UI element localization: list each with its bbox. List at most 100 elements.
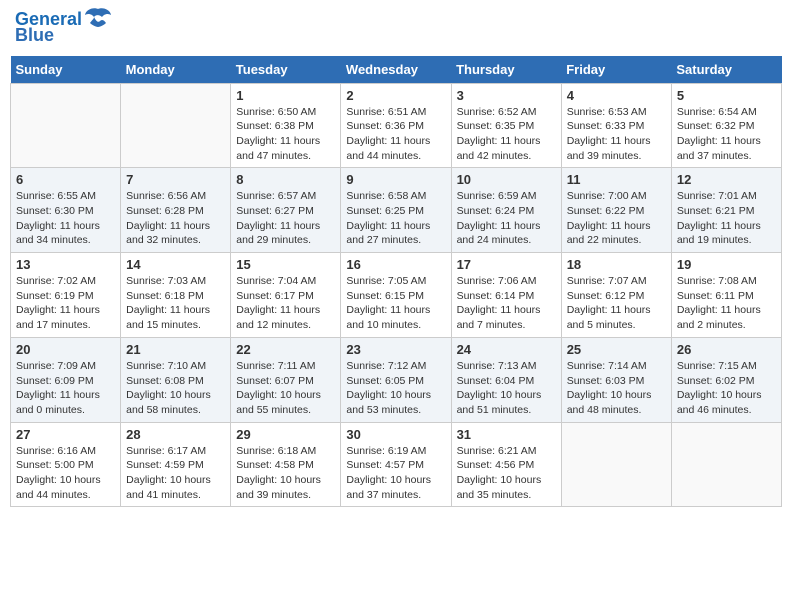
day-info: Sunrise: 6:18 AM Sunset: 4:58 PM Dayligh…: [236, 444, 335, 503]
day-number: 31: [457, 427, 556, 442]
day-info: Sunrise: 6:19 AM Sunset: 4:57 PM Dayligh…: [346, 444, 445, 503]
day-info: Sunrise: 6:58 AM Sunset: 6:25 PM Dayligh…: [346, 189, 445, 248]
day-number: 26: [677, 342, 776, 357]
day-info: Sunrise: 6:59 AM Sunset: 6:24 PM Dayligh…: [457, 189, 556, 248]
calendar-cell: 30 Sunrise: 6:19 AM Sunset: 4:57 PM Dayli…: [341, 422, 451, 507]
day-info: Sunrise: 6:56 AM Sunset: 6:28 PM Dayligh…: [126, 189, 225, 248]
weekday-header-row: SundayMondayTuesdayWednesdayThursdayFrid…: [11, 56, 782, 84]
day-info: Sunrise: 6:55 AM Sunset: 6:30 PM Dayligh…: [16, 189, 115, 248]
calendar-cell: 22 Sunrise: 7:11 AM Sunset: 6:07 PM Dayli…: [231, 337, 341, 422]
weekday-header-saturday: Saturday: [671, 56, 781, 84]
day-info: Sunrise: 7:09 AM Sunset: 6:09 PM Dayligh…: [16, 359, 115, 418]
calendar-cell: 14 Sunrise: 7:03 AM Sunset: 6:18 PM Dayli…: [121, 253, 231, 338]
calendar-cell: 13 Sunrise: 7:02 AM Sunset: 6:19 PM Dayli…: [11, 253, 121, 338]
day-number: 10: [457, 172, 556, 187]
day-number: 23: [346, 342, 445, 357]
weekday-header-monday: Monday: [121, 56, 231, 84]
calendar-cell: 10 Sunrise: 6:59 AM Sunset: 6:24 PM Dayli…: [451, 168, 561, 253]
day-info: Sunrise: 6:17 AM Sunset: 4:59 PM Dayligh…: [126, 444, 225, 503]
weekday-header-thursday: Thursday: [451, 56, 561, 84]
calendar-cell: 17 Sunrise: 7:06 AM Sunset: 6:14 PM Dayli…: [451, 253, 561, 338]
day-number: 4: [567, 88, 666, 103]
calendar-week-row: 6 Sunrise: 6:55 AM Sunset: 6:30 PM Daylig…: [11, 168, 782, 253]
day-info: Sunrise: 7:11 AM Sunset: 6:07 PM Dayligh…: [236, 359, 335, 418]
calendar-cell: 16 Sunrise: 7:05 AM Sunset: 6:15 PM Dayli…: [341, 253, 451, 338]
calendar-cell: [561, 422, 671, 507]
calendar-cell: 18Sunrise: 7:07 AM Sunset: 6:12 PM Dayli…: [561, 253, 671, 338]
day-number: 24: [457, 342, 556, 357]
day-number: 6: [16, 172, 115, 187]
day-info: Sunrise: 6:16 AM Sunset: 5:00 PM Dayligh…: [16, 444, 115, 503]
logo: General Blue: [15, 10, 112, 46]
day-info: Sunrise: 6:52 AM Sunset: 6:35 PM Dayligh…: [457, 105, 556, 164]
weekday-header-sunday: Sunday: [11, 56, 121, 84]
day-info: Sunrise: 7:10 AM Sunset: 6:08 PM Dayligh…: [126, 359, 225, 418]
day-number: 30: [346, 427, 445, 442]
day-number: 15: [236, 257, 335, 272]
calendar-cell: 26 Sunrise: 7:15 AM Sunset: 6:02 PM Dayli…: [671, 337, 781, 422]
day-number: 13: [16, 257, 115, 272]
day-number: 14: [126, 257, 225, 272]
day-number: 5: [677, 88, 776, 103]
calendar-week-row: 27Sunrise: 6:16 AM Sunset: 5:00 PM Dayli…: [11, 422, 782, 507]
calendar-cell: 29 Sunrise: 6:18 AM Sunset: 4:58 PM Dayli…: [231, 422, 341, 507]
day-number: 21: [126, 342, 225, 357]
day-info: Sunrise: 7:08 AM Sunset: 6:11 PM Dayligh…: [677, 274, 776, 333]
calendar-cell: 27Sunrise: 6:16 AM Sunset: 5:00 PM Dayli…: [11, 422, 121, 507]
day-info: Sunrise: 7:12 AM Sunset: 6:05 PM Dayligh…: [346, 359, 445, 418]
day-number: 19: [677, 257, 776, 272]
calendar-week-row: 13 Sunrise: 7:02 AM Sunset: 6:19 PM Dayli…: [11, 253, 782, 338]
weekday-header-tuesday: Tuesday: [231, 56, 341, 84]
calendar-cell: 6 Sunrise: 6:55 AM Sunset: 6:30 PM Daylig…: [11, 168, 121, 253]
day-info: Sunrise: 7:03 AM Sunset: 6:18 PM Dayligh…: [126, 274, 225, 333]
calendar-cell: 25Sunrise: 7:14 AM Sunset: 6:03 PM Dayli…: [561, 337, 671, 422]
day-info: Sunrise: 7:02 AM Sunset: 6:19 PM Dayligh…: [16, 274, 115, 333]
page-header: General Blue: [10, 10, 782, 46]
day-info: Sunrise: 7:13 AM Sunset: 6:04 PM Dayligh…: [457, 359, 556, 418]
calendar-cell: 9 Sunrise: 6:58 AM Sunset: 6:25 PM Daylig…: [341, 168, 451, 253]
calendar-cell: 28 Sunrise: 6:17 AM Sunset: 4:59 PM Dayli…: [121, 422, 231, 507]
calendar-cell: 11Sunrise: 7:00 AM Sunset: 6:22 PM Dayli…: [561, 168, 671, 253]
calendar-cell: 12Sunrise: 7:01 AM Sunset: 6:21 PM Dayli…: [671, 168, 781, 253]
calendar-cell: [11, 83, 121, 168]
calendar-cell: 7Sunrise: 6:56 AM Sunset: 6:28 PM Daylig…: [121, 168, 231, 253]
calendar-cell: 8 Sunrise: 6:57 AM Sunset: 6:27 PM Daylig…: [231, 168, 341, 253]
day-number: 2: [346, 88, 445, 103]
day-number: 8: [236, 172, 335, 187]
calendar-cell: 31 Sunrise: 6:21 AM Sunset: 4:56 PM Dayli…: [451, 422, 561, 507]
calendar-cell: 23 Sunrise: 7:12 AM Sunset: 6:05 PM Dayli…: [341, 337, 451, 422]
day-info: Sunrise: 7:14 AM Sunset: 6:03 PM Dayligh…: [567, 359, 666, 418]
day-info: Sunrise: 6:54 AM Sunset: 6:32 PM Dayligh…: [677, 105, 776, 164]
day-number: 20: [16, 342, 115, 357]
day-number: 1: [236, 88, 335, 103]
day-info: Sunrise: 6:21 AM Sunset: 4:56 PM Dayligh…: [457, 444, 556, 503]
day-info: Sunrise: 6:50 AM Sunset: 6:38 PM Dayligh…: [236, 105, 335, 164]
day-info: Sunrise: 7:06 AM Sunset: 6:14 PM Dayligh…: [457, 274, 556, 333]
calendar-cell: 4 Sunrise: 6:53 AM Sunset: 6:33 PM Daylig…: [561, 83, 671, 168]
day-info: Sunrise: 7:05 AM Sunset: 6:15 PM Dayligh…: [346, 274, 445, 333]
day-number: 29: [236, 427, 335, 442]
calendar-table: SundayMondayTuesdayWednesdayThursdayFrid…: [10, 56, 782, 508]
day-number: 22: [236, 342, 335, 357]
logo-bird-icon: [84, 7, 112, 29]
day-info: Sunrise: 7:15 AM Sunset: 6:02 PM Dayligh…: [677, 359, 776, 418]
calendar-cell: 20 Sunrise: 7:09 AM Sunset: 6:09 PM Dayli…: [11, 337, 121, 422]
day-number: 9: [346, 172, 445, 187]
day-number: 11: [567, 172, 666, 187]
day-number: 12: [677, 172, 776, 187]
calendar-cell: 19 Sunrise: 7:08 AM Sunset: 6:11 PM Dayli…: [671, 253, 781, 338]
day-info: Sunrise: 7:07 AM Sunset: 6:12 PM Dayligh…: [567, 274, 666, 333]
day-number: 28: [126, 427, 225, 442]
weekday-header-wednesday: Wednesday: [341, 56, 451, 84]
calendar-cell: 2Sunrise: 6:51 AM Sunset: 6:36 PM Daylig…: [341, 83, 451, 168]
day-info: Sunrise: 6:57 AM Sunset: 6:27 PM Dayligh…: [236, 189, 335, 248]
calendar-cell: 24 Sunrise: 7:13 AM Sunset: 6:04 PM Dayli…: [451, 337, 561, 422]
calendar-cell: [121, 83, 231, 168]
calendar-week-row: 20 Sunrise: 7:09 AM Sunset: 6:09 PM Dayli…: [11, 337, 782, 422]
day-number: 17: [457, 257, 556, 272]
day-number: 16: [346, 257, 445, 272]
calendar-cell: [671, 422, 781, 507]
calendar-cell: 1 Sunrise: 6:50 AM Sunset: 6:38 PM Daylig…: [231, 83, 341, 168]
calendar-week-row: 1 Sunrise: 6:50 AM Sunset: 6:38 PM Daylig…: [11, 83, 782, 168]
day-info: Sunrise: 6:53 AM Sunset: 6:33 PM Dayligh…: [567, 105, 666, 164]
